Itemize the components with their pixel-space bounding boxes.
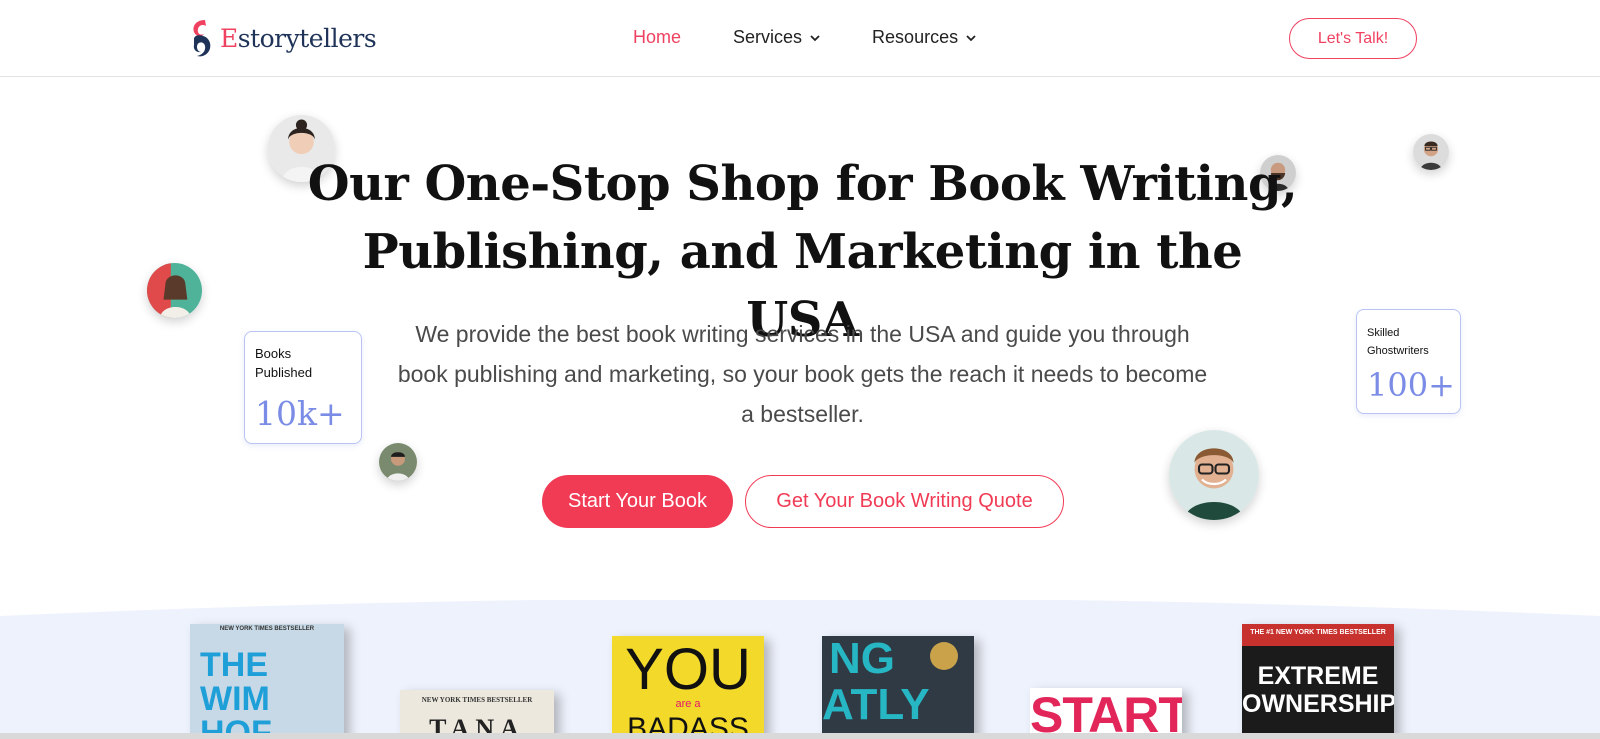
brand-name-prefix: E [220, 23, 238, 53]
stat-label: Skilled Ghostwriters [1367, 327, 1429, 357]
book-top-text: NEW YORK TIMES BESTSELLER [219, 626, 315, 632]
book-title: YOU [625, 637, 751, 702]
book-subtitle: are a [675, 698, 701, 710]
nav-item-services[interactable]: Services [733, 27, 820, 48]
stat-value: 10k+ [255, 394, 345, 433]
nav-item-label: Resources [872, 27, 959, 47]
book-top-text: THE #1 NEW YORK TIMES BESTSELLER [1250, 629, 1386, 636]
stat-value: 100+ [1367, 366, 1455, 404]
nav-item-label: Services [733, 27, 803, 47]
award-seal-icon [930, 642, 958, 670]
main-menu: Home Services Resources [633, 27, 976, 48]
book-top-text: NEW YORK TIMES BESTSELLER [421, 696, 533, 704]
start-your-book-button[interactable]: Start Your Book [542, 475, 733, 528]
top-navigation: Estorytellers Home Services Resources Le… [0, 0, 1600, 77]
brand-name-rest: storytellers [237, 23, 377, 53]
book-cover[interactable]: NEW YORK TIMES BESTSELLER THE WIM HOF [190, 624, 344, 739]
book-cover[interactable]: YOU are a BADASS [612, 636, 764, 739]
book-writing-quote-button[interactable]: Get Your Book Writing Quote [745, 475, 1064, 528]
book-title: START [1030, 688, 1182, 739]
book-title: EXTREME OWNERSHIP [1242, 662, 1394, 718]
book-title: NG ATLY [822, 636, 930, 729]
brand-logo[interactable]: Estorytellers [188, 17, 377, 59]
brand-name: Estorytellers [220, 23, 377, 53]
book-cover[interactable]: START [1030, 688, 1182, 739]
nav-item-label: Home [633, 27, 682, 47]
books-published-stat: Books Published 10k+ [244, 331, 362, 444]
book-cover[interactable]: THE #1 NEW YORK TIMES BESTSELLER EXTREME… [1242, 624, 1394, 739]
horizontal-scrollbar[interactable] [0, 733, 1600, 739]
book-cover[interactable]: NG ATLY [822, 636, 974, 739]
book-title: THE WIM HOF [200, 646, 272, 739]
chevron-down-icon [810, 34, 820, 41]
book-cover[interactable]: NEW YORK TIMES BESTSELLER TANA [400, 690, 554, 739]
writer-avatar [379, 443, 417, 481]
lets-talk-button[interactable]: Let's Talk! [1289, 18, 1417, 59]
writer-avatar [1169, 430, 1259, 520]
writer-avatar [147, 263, 202, 318]
hero-headline-line1: Our One-Stop Shop for Book Writing, [307, 156, 1298, 212]
nav-item-home[interactable]: Home [633, 27, 681, 48]
logo-mark-icon [193, 20, 211, 57]
nav-item-resources[interactable]: Resources [872, 27, 976, 48]
writer-avatar [1413, 134, 1449, 170]
hero-subtext: We provide the best book writing service… [397, 321, 1208, 427]
stat-label: Books Published [255, 346, 313, 380]
chevron-down-icon [966, 34, 976, 41]
skilled-ghostwriters-stat: Skilled Ghostwriters 100+ [1356, 309, 1461, 414]
